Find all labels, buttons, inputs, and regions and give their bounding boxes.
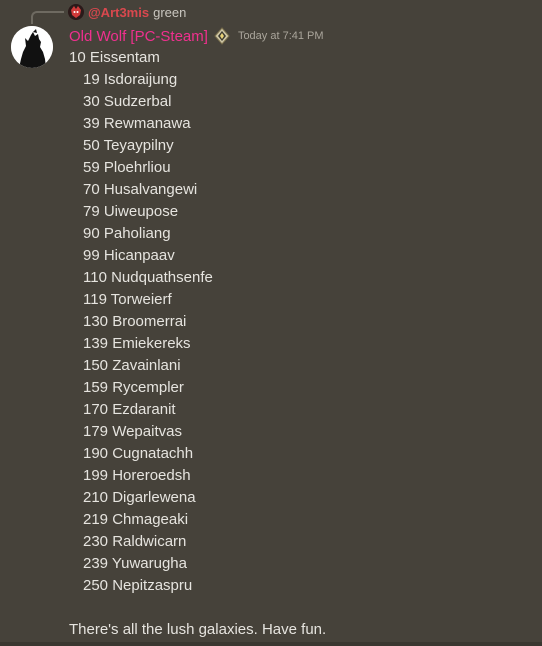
first-galaxy-line: 10 Eissentam xyxy=(69,49,160,66)
galaxy-item: 59 Ploehrliou xyxy=(83,159,171,176)
galaxy-item: 50 Teyaypilny xyxy=(83,137,174,154)
galaxy-item: 210 Digarlewena xyxy=(83,489,196,506)
galaxy-item: 170 Ezdaranit xyxy=(83,401,176,418)
message-content: 10 Eissentam 19 Isdoraijung 30 Sudzerbal… xyxy=(69,47,213,597)
galaxy-item: 119 Torweierf xyxy=(83,291,172,308)
rank-badge-icon[interactable] xyxy=(212,26,232,46)
reply-connector xyxy=(31,11,64,24)
reply-reference[interactable]: @Art3mis green xyxy=(68,3,186,21)
galaxy-item: 110 Nudquathsenfe xyxy=(83,269,213,286)
wolf-avatar-icon[interactable] xyxy=(11,26,53,68)
author-name[interactable]: Old Wolf [PC-Steam] xyxy=(69,28,208,45)
galaxy-item: 150 Zavainlani xyxy=(83,357,181,374)
galaxy-item: 190 Cugnatachh xyxy=(83,445,194,462)
galaxy-item: 159 Rycempler xyxy=(83,379,184,396)
galaxy-list: 19 Isdoraijung 30 Sudzerbal 39 Rewmanawa… xyxy=(69,69,213,597)
galaxy-item: 70 Husalvangewi xyxy=(83,181,198,198)
galaxy-item: 39 Rewmanawa xyxy=(83,115,191,132)
galaxy-item: 199 Horeroedsh xyxy=(83,467,191,484)
galaxy-item: 30 Sudzerbal xyxy=(83,93,172,110)
galaxy-item: 230 Raldwicarn xyxy=(83,533,187,550)
galaxy-item: 99 Hicanpaav xyxy=(83,247,175,264)
galaxy-item: 90 Paholiang xyxy=(83,225,171,242)
reply-preview-text[interactable]: green xyxy=(153,5,186,20)
galaxy-item: 130 Broomerrai xyxy=(83,313,187,330)
galaxy-item: 79 Uiweupose xyxy=(83,203,179,220)
galaxy-item: 179 Wepaitvas xyxy=(83,423,182,440)
galaxy-item: 139 Emiekereks xyxy=(83,335,191,352)
closing-text: There's all the lush galaxies. Have fun. xyxy=(69,621,327,638)
chat-message: @Art3mis green Old Wolf [PC-Steam] Today… xyxy=(0,0,542,646)
galaxy-item: 239 Yuwarugha xyxy=(83,555,187,572)
reply-avatar-icon[interactable] xyxy=(68,4,84,20)
message-header: Old Wolf [PC-Steam] Today at 7:41 PM xyxy=(69,25,324,47)
message-timestamp[interactable]: Today at 7:41 PM xyxy=(238,30,324,42)
bottom-divider xyxy=(0,642,542,646)
reply-author-name[interactable]: @Art3mis xyxy=(88,5,149,20)
galaxy-item: 219 Chmageaki xyxy=(83,511,189,528)
galaxy-item: 19 Isdoraijung xyxy=(83,71,178,88)
galaxy-item: 250 Nepitzaspru xyxy=(83,577,193,594)
